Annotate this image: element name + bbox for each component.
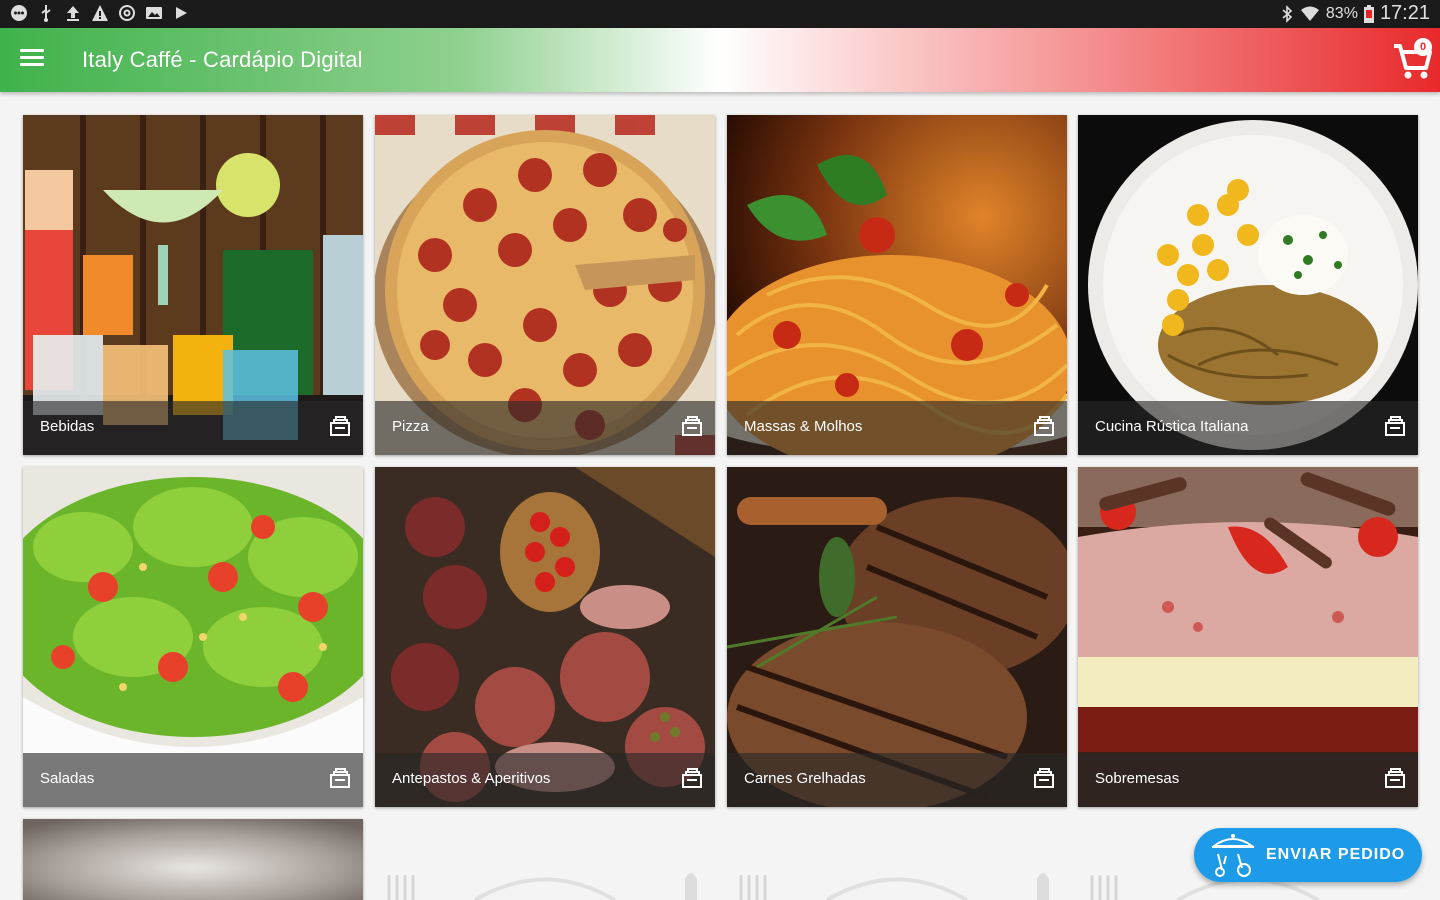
category-label: Cucina Rústica Italiana (1095, 418, 1249, 435)
battery-icon (1363, 4, 1374, 23)
photo-icon (146, 7, 162, 19)
blurred-photo (23, 819, 363, 900)
category-tile-antepastos[interactable]: Antepastos & Aperitivos (375, 467, 715, 807)
tile-caption: Saladas (23, 753, 363, 807)
loading-placeholder (727, 819, 1067, 900)
cutlery-plate-icon (739, 873, 1049, 900)
warning-icon (92, 5, 108, 21)
send-order-label: ENVIAR PEDIDO (1266, 846, 1406, 863)
category-label: Sobremesas (1095, 770, 1180, 787)
category-label: Massas & Molhos (744, 418, 863, 435)
send-order-button[interactable]: ENVIAR PEDIDO (1194, 828, 1422, 882)
status-bar: 83% 17:21 (0, 0, 1440, 28)
menu-book-icon (330, 416, 350, 436)
menu-book-icon (1034, 768, 1054, 788)
category-tile-saladas[interactable]: Saladas (23, 467, 363, 807)
app-title: Italy Caffé - Cardápio Digital (82, 47, 363, 72)
cart-count-badge: 0 (1414, 38, 1432, 56)
category-tile-carnes[interactable]: Carnes Grelhadas (727, 467, 1067, 807)
menu-book-icon (682, 768, 702, 788)
tile-caption: Antepastos & Aperitivos (375, 753, 715, 807)
app-bar: Italy Caffé - Cardápio Digital 0 (0, 28, 1440, 92)
wifi-icon (1300, 6, 1319, 21)
loading-placeholder (375, 819, 715, 900)
bluetooth-icon (1282, 4, 1293, 23)
cutlery-plate-icon (387, 873, 697, 900)
category-tile-bebidas[interactable]: Bebidas (23, 115, 363, 455)
category-tile-cucina-rustica[interactable]: Cucina Rústica Italiana (1078, 115, 1418, 455)
category-tile-massas[interactable]: Massas & Molhos (727, 115, 1067, 455)
play-icon (176, 7, 187, 19)
menu-book-icon (1034, 416, 1054, 436)
cart-button[interactable]: 0 (1392, 36, 1436, 84)
category-label: Saladas (40, 770, 95, 787)
message-icon (11, 5, 27, 21)
category-tile-partial[interactable] (23, 819, 363, 900)
notification-icons (10, 4, 190, 22)
category-label: Bebidas (40, 418, 95, 435)
category-label: Antepastos & Aperitivos (392, 770, 551, 787)
clock: 17:21 (1379, 2, 1430, 24)
menu-book-icon (682, 416, 702, 436)
category-tile-sobremesas[interactable]: Sobremesas (1078, 467, 1418, 807)
tile-caption: Bebidas (23, 401, 363, 455)
menu-book-icon (1385, 768, 1405, 788)
system-status: 83% 17:21 (1280, 2, 1430, 25)
category-label: Carnes Grelhadas (744, 770, 866, 787)
tile-caption: Cucina Rústica Italiana (1078, 401, 1418, 455)
tile-caption: Pizza (375, 401, 715, 455)
at-icon (119, 5, 135, 21)
tile-caption: Sobremesas (1078, 753, 1418, 807)
hamburger-menu-icon[interactable] (20, 49, 44, 71)
upload-icon (67, 6, 79, 21)
menu-book-icon (330, 768, 350, 788)
waiter-tray-icon (1210, 834, 1256, 877)
menu-book-icon (1385, 416, 1405, 436)
battery-percent: 83% (1325, 4, 1358, 22)
category-tile-pizza[interactable]: Pizza (375, 115, 715, 455)
tile-caption: Carnes Grelhadas (727, 753, 1067, 807)
usb-icon (41, 5, 51, 22)
category-label: Pizza (392, 418, 429, 435)
tile-caption: Massas & Molhos (727, 401, 1067, 455)
